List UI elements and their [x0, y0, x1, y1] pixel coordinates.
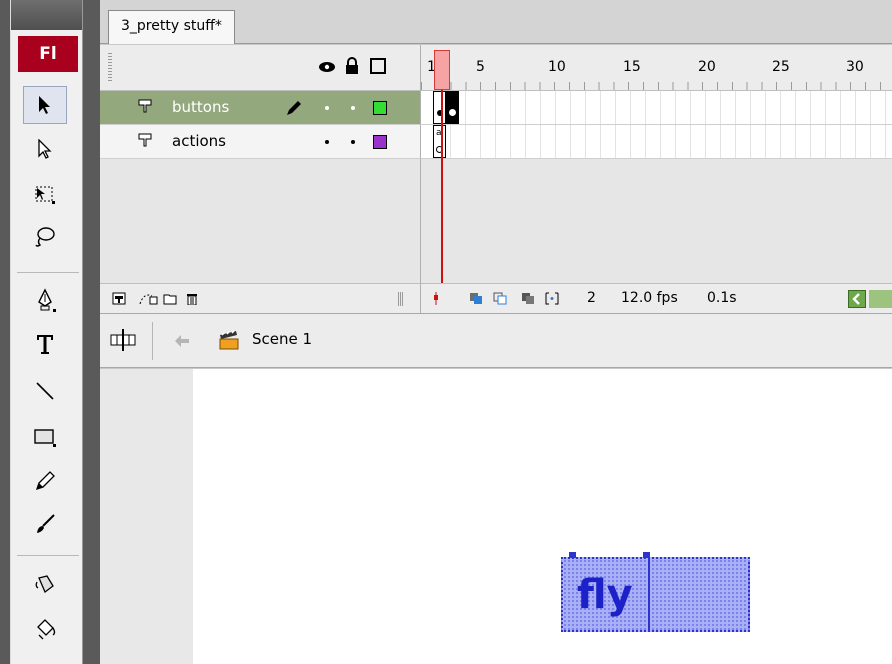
ink-bottle-tool-icon [35, 575, 54, 594]
frame-number: 5 [476, 59, 485, 75]
visibility-dot[interactable] [325, 140, 329, 144]
scroll-left-button[interactable] [848, 290, 866, 308]
scene-label[interactable]: Scene 1 [252, 330, 312, 348]
frame-row-actions[interactable]: a [420, 125, 892, 159]
button-text: fly [577, 572, 633, 618]
frame-number: 10 [548, 59, 566, 75]
pen-tool-icon [38, 288, 56, 312]
selection-handle[interactable] [569, 552, 576, 558]
tools-separator [17, 272, 79, 273]
layers-header [100, 45, 420, 91]
edit-bar: Scene 1 [100, 313, 892, 368]
layer-name[interactable]: buttons [172, 98, 229, 116]
paint-bucket-tool-button[interactable] [23, 610, 67, 648]
brush-tool-button[interactable] [23, 505, 67, 543]
layer-icon [138, 133, 152, 147]
new-folder-icon[interactable] [163, 292, 177, 305]
frame-rate[interactable]: 12.0 fps [621, 290, 678, 306]
layer-row-actions[interactable]: actions [100, 125, 420, 159]
playhead[interactable] [434, 50, 450, 90]
lasso-tool-button[interactable] [23, 218, 67, 256]
outline-icon[interactable] [370, 58, 386, 74]
tools-panel-grip[interactable] [11, 0, 82, 30]
brush-tool-icon [37, 514, 55, 533]
text-tool-button[interactable] [23, 325, 67, 363]
ruler-ticks [421, 82, 892, 90]
frame-number: 30 [846, 59, 864, 75]
selection-tool-button[interactable] [23, 86, 67, 124]
lasso-tool-icon [35, 227, 55, 247]
tools-column: Fl [10, 0, 83, 664]
frame-number: 20 [698, 59, 716, 75]
ink-bottle-tool-button[interactable] [23, 565, 67, 603]
center-frame-icon[interactable] [431, 292, 441, 305]
pen-tool-button[interactable] [23, 282, 67, 320]
elapsed-time: 0.1s [707, 290, 737, 306]
action-keyframe[interactable]: a [433, 125, 446, 158]
selection-handle[interactable] [643, 552, 650, 558]
fly-button-instance[interactable]: fly [561, 557, 750, 632]
subselection-tool-icon [38, 139, 52, 159]
edit-multiple-frames-icon[interactable] [521, 292, 535, 305]
pencil-tool-button[interactable] [23, 462, 67, 500]
horizontal-scrollbar[interactable] [869, 290, 892, 308]
eye-icon[interactable] [318, 60, 336, 74]
pencil-icon [287, 101, 301, 115]
keyframe[interactable] [446, 91, 459, 124]
tools-separator [17, 555, 79, 556]
lock-dot[interactable] [351, 106, 355, 110]
chevron-left-icon [852, 293, 860, 305]
frame-number: 15 [623, 59, 641, 75]
edit-bar-separator [152, 322, 153, 360]
rectangle-tool-icon [34, 429, 56, 447]
layer-row-buttons[interactable]: buttons [100, 91, 420, 125]
flash-logo: Fl [18, 36, 78, 72]
layers-empty-area [100, 159, 420, 283]
onion-skin-icon[interactable] [469, 292, 483, 305]
frame-number: 25 [772, 59, 790, 75]
trash-icon[interactable] [185, 292, 199, 305]
pencil-tool-icon [35, 471, 55, 491]
selection-tool-icon [39, 96, 50, 114]
layer-outline-color[interactable] [373, 101, 387, 115]
scene-icon [219, 330, 239, 350]
timeline-status-bar: 2 12.0 fps 0.1s [420, 283, 892, 313]
layer-outline-color[interactable] [373, 135, 387, 149]
keyframe[interactable] [433, 91, 446, 124]
text-tool-icon [37, 335, 53, 354]
back-arrow-icon[interactable] [174, 334, 190, 348]
free-transform-tool-button[interactable] [23, 176, 67, 214]
lock-dot[interactable] [351, 140, 355, 144]
line-tool-icon [36, 382, 54, 400]
add-motion-guide-icon[interactable] [138, 292, 158, 305]
subselection-tool-button[interactable] [23, 130, 67, 168]
document-tab[interactable]: 3_pretty stuff* [108, 10, 235, 44]
frame-ruler[interactable]: 1 5 10 15 20 25 30 [420, 45, 892, 91]
panel-divider [92, 0, 100, 664]
layer-panel-resize-grip[interactable] [398, 292, 404, 306]
layer-icon [138, 99, 152, 113]
lock-icon[interactable] [345, 57, 359, 75]
timeline-toggle-icon[interactable] [110, 329, 136, 351]
layer-name[interactable]: actions [172, 132, 226, 150]
visibility-dot[interactable] [325, 106, 329, 110]
frames-empty-area [420, 159, 892, 283]
layer-controls [100, 283, 420, 313]
frame-row-buttons[interactable] [420, 91, 892, 125]
document-tab-bar: 3_pretty stuff* [100, 0, 892, 44]
free-transform-tool-icon [35, 186, 55, 204]
new-layer-icon[interactable] [112, 292, 126, 305]
tools-panel: Fl [0, 0, 92, 664]
rectangle-tool-button[interactable] [23, 418, 67, 456]
flash-ide-window: Fl 3_pretty stuff* 1 5 10 15 20 25 30 bu… [0, 0, 892, 664]
current-frame: 2 [587, 290, 596, 306]
button-divider [648, 559, 650, 630]
stage[interactable] [193, 369, 892, 664]
modify-onion-markers-icon[interactable] [545, 292, 559, 305]
line-tool-button[interactable] [23, 372, 67, 410]
paint-bucket-tool-icon [37, 619, 56, 640]
panel-grip[interactable] [108, 53, 112, 81]
onion-skin-outlines-icon[interactable] [493, 292, 507, 305]
playhead-line [441, 90, 443, 290]
